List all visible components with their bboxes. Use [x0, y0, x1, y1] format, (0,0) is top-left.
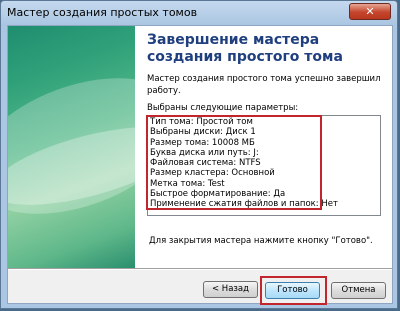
title-bar[interactable]: Мастер создания простых томов ✕	[1, 1, 397, 25]
close-icon[interactable]: ✕	[349, 3, 391, 20]
footer-separator	[8, 268, 392, 270]
param-row: Быстрое форматирование: Да	[150, 189, 286, 200]
params-label: Выбраны следующие параметры:	[147, 103, 299, 113]
param-row: Размер кластера: Основной	[150, 168, 275, 179]
done-button[interactable]: Готово	[265, 282, 320, 299]
wizard-body: Завершение мастера создания простого том…	[7, 25, 393, 305]
wizard-window: Мастер создания простых томов ✕ Завершен…	[0, 0, 398, 309]
param-row: Выбраны диски: Диск 1	[150, 127, 256, 138]
page-title: Завершение мастера создания простого том…	[147, 32, 343, 65]
param-row: Метка тома: Test	[150, 178, 225, 189]
params-list: Тип тома: Простой том Выбраны диски: Дис…	[150, 117, 338, 210]
back-button[interactable]: < Назад	[203, 281, 258, 298]
cancel-button[interactable]: Отмена	[331, 282, 386, 299]
param-row: Файловая система: NTFS	[150, 158, 261, 169]
success-message: Мастер создания простого тома успешно за…	[147, 74, 381, 96]
param-row: Размер тома: 10008 МБ	[150, 137, 255, 148]
wizard-side-banner	[8, 26, 135, 268]
close-hint: Для закрытия мастера нажмите кнопку "Гот…	[149, 236, 373, 246]
param-row: Применение сжатия файлов и папок: Нет	[150, 199, 338, 210]
param-row: Тип тома: Простой том	[150, 117, 253, 127]
window-title: Мастер создания простых томов	[7, 6, 198, 19]
params-summary-box[interactable]: Тип тома: Простой том Выбраны диски: Дис…	[146, 115, 381, 216]
wizard-content: Завершение мастера создания простого том…	[135, 26, 392, 268]
param-row: Буква диска или путь: J:	[150, 147, 259, 158]
